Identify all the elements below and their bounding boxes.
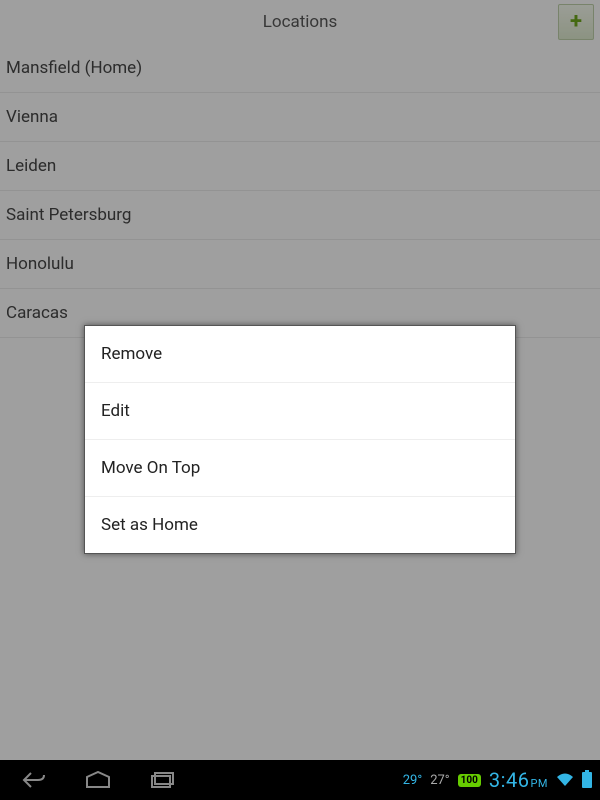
menu-item-remove[interactable]: Remove: [85, 326, 515, 383]
menu-item-set-as-home[interactable]: Set as Home: [85, 497, 515, 553]
menu-item-move-on-top[interactable]: Move On Top: [85, 440, 515, 497]
status-temp-low: 27°: [430, 773, 449, 788]
back-button[interactable]: [20, 770, 48, 790]
context-menu: Remove Edit Move On Top Set as Home: [84, 325, 516, 554]
battery-badge: 100: [458, 774, 481, 787]
app-screen: Locations + Mansfield (Home) Vienna Leid…: [0, 0, 600, 800]
recents-button[interactable]: [148, 770, 176, 790]
battery-icon: [582, 772, 592, 788]
system-navbar: 29° 27° 100 3:46PM: [0, 760, 600, 800]
status-time: 3:46: [489, 768, 530, 792]
menu-item-edit[interactable]: Edit: [85, 383, 515, 440]
status-ampm: PM: [530, 777, 548, 790]
status-temp-high: 29°: [403, 773, 422, 788]
status-clock: 3:46PM: [489, 768, 548, 792]
home-button[interactable]: [84, 770, 112, 790]
wifi-icon: [556, 773, 574, 787]
